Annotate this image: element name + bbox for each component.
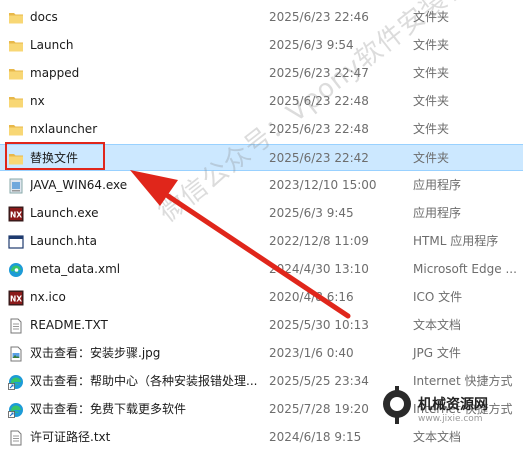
folder-icon bbox=[8, 38, 24, 54]
file-name: 许可证路径.txt bbox=[30, 430, 111, 444]
file-name: 双击查看：安装步骤.jpg bbox=[30, 346, 161, 360]
folder-icon bbox=[8, 10, 24, 26]
file-row[interactable]: 双击查看：安装步骤.jpg 2023/1/6 0:40 JPG 文件 bbox=[0, 340, 523, 367]
file-modified-date: 2022/12/8 11:09 bbox=[269, 234, 369, 248]
file-type: 文件夹 bbox=[413, 151, 450, 165]
file-name: nx.ico bbox=[30, 290, 66, 304]
file-type: 应用程序 bbox=[413, 206, 462, 220]
file-type: ICO 文件 bbox=[413, 290, 463, 304]
site-logo: 机械资源网 www.jixie.com bbox=[380, 384, 520, 436]
folder-icon bbox=[8, 122, 24, 138]
file-type: 文件夹 bbox=[413, 66, 450, 80]
file-row[interactable]: nx 2025/6/23 22:48 文件夹 bbox=[0, 88, 523, 115]
folder-icon bbox=[8, 66, 24, 82]
file-modified-date: 2025/6/23 22:42 bbox=[269, 151, 369, 165]
image-file-icon bbox=[8, 346, 24, 362]
file-modified-date: 2024/6/18 9:15 bbox=[269, 430, 362, 444]
file-type: 文件夹 bbox=[413, 94, 450, 108]
file-name: docs bbox=[30, 10, 58, 24]
file-row[interactable]: NX Launch.exe 2025/6/3 9:45 应用程序 bbox=[0, 200, 523, 227]
file-name: README.TXT bbox=[30, 318, 108, 332]
file-modified-date: 2023/12/10 15:00 bbox=[269, 178, 377, 192]
file-name: meta_data.xml bbox=[30, 262, 121, 276]
file-row[interactable]: JAVA_WIN64.exe 2023/12/10 15:00 应用程序 bbox=[0, 172, 523, 199]
file-modified-date: 2025/5/25 23:34 bbox=[269, 374, 369, 388]
installer-exe-icon bbox=[8, 178, 24, 194]
folder-icon bbox=[8, 151, 24, 167]
hta-window-icon bbox=[8, 234, 24, 250]
file-type: HTML 应用程序 bbox=[413, 234, 499, 248]
file-type: 应用程序 bbox=[413, 178, 462, 192]
file-type: 文本文档 bbox=[413, 318, 462, 332]
file-modified-date: 2025/6/23 22:46 bbox=[269, 10, 369, 24]
logo-title: 机械资源网 bbox=[418, 397, 488, 413]
file-name: 双击查看：帮助中心（各种安装报错处理... bbox=[30, 374, 258, 388]
file-row[interactable]: Launch 2025/6/3 9:54 文件夹 bbox=[0, 32, 523, 59]
file-type: Microsoft Edge ... bbox=[413, 262, 517, 276]
file-modified-date: 2023/1/6 0:40 bbox=[269, 346, 354, 360]
nx-app-icon: NX bbox=[8, 290, 24, 306]
file-modified-date: 2025/7/28 19:20 bbox=[269, 402, 369, 416]
file-name: Launch bbox=[30, 38, 74, 52]
file-modified-date: 2025/6/3 9:45 bbox=[269, 206, 354, 220]
file-name: 双击查看：免费下载更多软件 bbox=[30, 402, 187, 416]
text-document-icon bbox=[8, 318, 24, 334]
file-type: 文件夹 bbox=[413, 122, 450, 136]
file-modified-date: 2020/4/8 6:16 bbox=[269, 290, 354, 304]
file-row[interactable]: NX nx.ico 2020/4/8 6:16 ICO 文件 bbox=[0, 284, 523, 311]
file-row[interactable]: README.TXT 2025/5/30 10:13 文本文档 bbox=[0, 312, 523, 339]
file-name: Launch.exe bbox=[30, 206, 99, 220]
file-modified-date: 2024/4/30 13:10 bbox=[269, 262, 369, 276]
wrench-logo-icon bbox=[383, 386, 411, 424]
file-name: Launch.hta bbox=[30, 234, 97, 248]
svg-text:NX: NX bbox=[10, 295, 22, 304]
folder-icon bbox=[8, 94, 24, 110]
file-name: nx bbox=[30, 94, 45, 108]
file-name: mapped bbox=[30, 66, 80, 80]
text-document-icon bbox=[8, 430, 24, 446]
edge-icon bbox=[8, 262, 24, 278]
file-row[interactable]: meta_data.xml 2024/4/30 13:10 Microsoft Ed… bbox=[0, 256, 523, 283]
edge-shortcut-icon bbox=[8, 402, 24, 418]
file-row[interactable]: mapped 2025/6/23 22:47 文件夹 bbox=[0, 60, 523, 87]
file-row[interactable]: Launch.hta 2022/12/8 11:09 HTML 应用程序 bbox=[0, 228, 523, 255]
file-type: JPG 文件 bbox=[413, 346, 461, 360]
edge-shortcut-icon bbox=[8, 374, 24, 390]
svg-text:NX: NX bbox=[10, 211, 22, 220]
file-modified-date: 2025/5/30 10:13 bbox=[269, 318, 369, 332]
logo-subtitle: www.jixie.com bbox=[418, 414, 483, 424]
nx-app-icon: NX bbox=[8, 206, 24, 222]
